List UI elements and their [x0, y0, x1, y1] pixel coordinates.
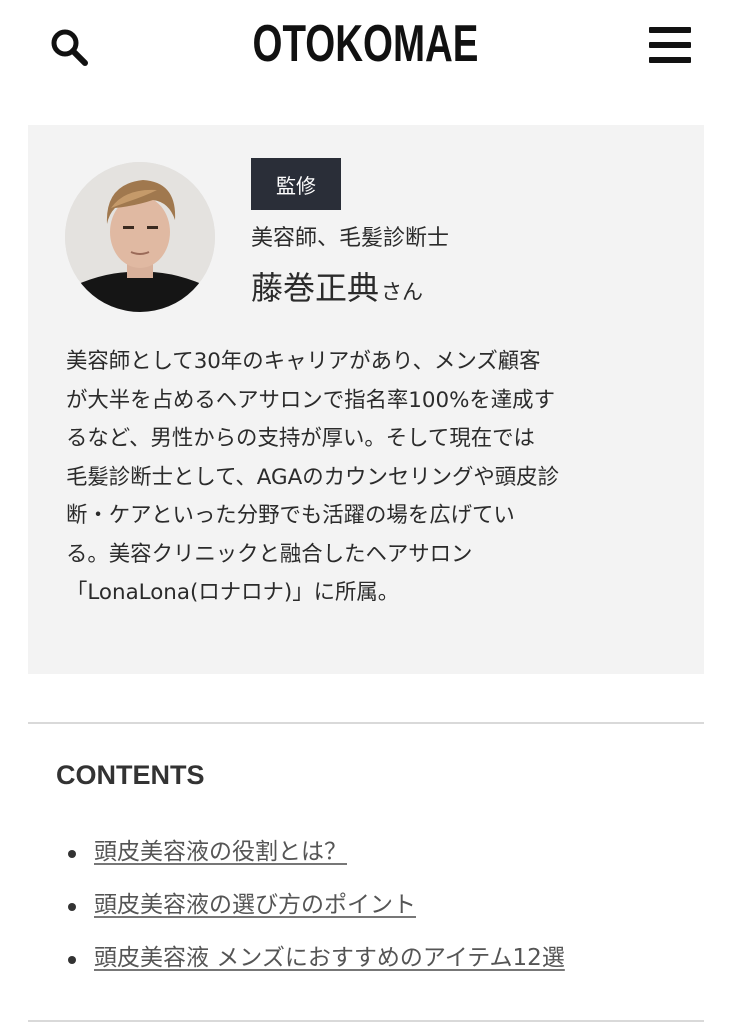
avatar	[65, 162, 215, 312]
list-item: 頭皮美容液 メンズにおすすめのアイテム12選	[68, 938, 565, 991]
bio-line: る。美容クリニックと融合したヘアサロン	[66, 541, 473, 567]
supervisor-name-text: 藤巻正典	[251, 269, 380, 307]
list-item: 頭皮美容液の役割とは？	[68, 832, 565, 885]
site-header: OTOKOMAE	[0, 0, 731, 96]
bio-line: 断・ケアといった分野でも活躍の場を広げてい	[66, 503, 515, 528]
table-of-contents: 頭皮美容液の役割とは？ 頭皮美容液の選び方のポイント 頭皮美容液 メンズにおすす…	[68, 832, 565, 991]
bullet-icon	[68, 850, 76, 858]
menu-button[interactable]	[644, 24, 696, 68]
divider	[28, 722, 704, 724]
supervision-badge: 監修	[251, 158, 341, 210]
list-item: 頭皮美容液の選び方のポイント	[68, 885, 565, 938]
bullet-icon	[68, 956, 76, 964]
bio-line: 美容師として30年のキャリアがあり、メンズ顧客	[66, 349, 541, 374]
toc-link[interactable]: 頭皮美容液の役割とは？	[94, 839, 347, 865]
supervisor-bio: 美容師として30年のキャリアがあり、メンズ顧客 が大半を占めるヘアサロンで指名率…	[66, 343, 678, 613]
bio-line: るなど、男性からの支持が厚い。そして現在では	[66, 426, 535, 451]
supervisor-name: 藤巻正典さん	[251, 263, 423, 309]
name-suffix: さん	[381, 280, 424, 304]
hamburger-menu-icon	[649, 27, 691, 33]
toc-link[interactable]: 頭皮美容液 メンズにおすすめのアイテム12選	[94, 945, 565, 971]
bio-line: 「LonaLona(ロナロナ)」に所属。	[66, 580, 400, 605]
supervisor-role: 美容師、毛髪診断士	[251, 226, 450, 251]
divider	[28, 1020, 704, 1022]
bullet-icon	[68, 903, 76, 911]
toc-link[interactable]: 頭皮美容液の選び方のポイント	[94, 892, 416, 918]
search-icon	[51, 29, 88, 66]
hamburger-menu-icon	[649, 57, 691, 63]
hamburger-menu-icon	[649, 42, 691, 48]
bio-line: が大半を占めるヘアサロンで指名率100%を達成す	[66, 387, 555, 413]
search-button[interactable]	[46, 24, 94, 72]
contents-title: CONTENTS	[56, 760, 205, 790]
bio-line: 毛髪診断士として、AGAのカウンセリングや頭皮診	[66, 464, 559, 490]
site-logo[interactable]: OTOKOMAE	[95, 14, 636, 74]
supervisor-panel: 監修 美容師、毛髪診断士 藤巻正典さん 美容師として30年のキャリアがあり、メン…	[28, 125, 704, 674]
